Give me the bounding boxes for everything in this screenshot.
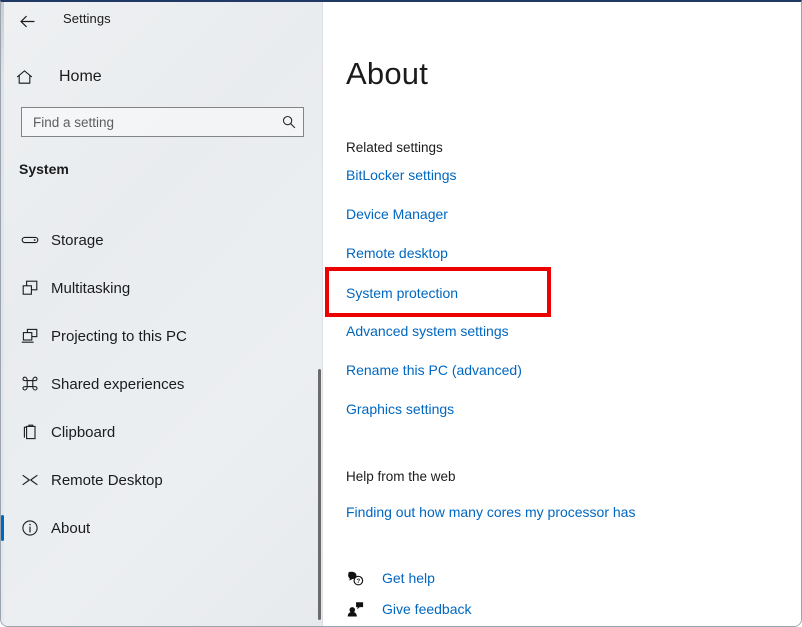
sidebar-item-label: Shared experiences (51, 375, 185, 393)
link-rename-this-pc[interactable]: Rename this PC (advanced) (346, 362, 522, 378)
back-arrow-icon[interactable] (11, 6, 43, 36)
link-advanced-system-settings[interactable]: Advanced system settings (346, 323, 509, 339)
clipboard-icon (19, 422, 41, 442)
projecting-icon (19, 326, 41, 346)
link-remote-desktop[interactable]: Remote desktop (346, 245, 448, 261)
sidebar-item-shared-experiences[interactable]: Shared experiences (1, 364, 322, 404)
sidebar-item-remote-desktop[interactable]: Remote Desktop (1, 460, 322, 500)
link-finding-out-cores[interactable]: Finding out how many cores my processor … (346, 504, 635, 520)
get-help-row[interactable]: ? Get help (342, 565, 435, 591)
selection-indicator (1, 467, 4, 493)
selection-indicator (1, 275, 4, 301)
related-settings-heading: Related settings (346, 140, 443, 155)
settings-window: Settings Home System (0, 0, 802, 627)
info-circle-icon (19, 518, 41, 538)
window-title: Settings (63, 11, 111, 26)
sidebar-item-label: Clipboard (51, 423, 116, 441)
multitasking-icon (19, 278, 41, 298)
selection-indicator (1, 323, 4, 349)
sidebar: Settings Home System (1, 2, 323, 626)
give-feedback-label[interactable]: Give feedback (382, 601, 472, 617)
sidebar-item-label: Multitasking (51, 279, 131, 297)
search-input[interactable] (22, 114, 275, 130)
shared-experiences-icon (19, 374, 41, 394)
remote-desktop-icon (19, 470, 41, 490)
link-graphics-settings[interactable]: Graphics settings (346, 401, 454, 417)
help-from-the-web-heading: Help from the web (346, 469, 456, 484)
sidebar-item-label: Storage (51, 231, 104, 249)
get-help-icon: ? (342, 569, 368, 588)
sidebar-item-multitasking[interactable]: Multitasking (1, 268, 322, 308)
give-feedback-row[interactable]: Give feedback (342, 596, 472, 622)
search-icon[interactable] (275, 114, 303, 130)
sidebar-item-label: About (51, 519, 91, 537)
sidebar-section-title: System (19, 161, 69, 177)
main-content: About Related settings BitLocker setting… (324, 4, 801, 626)
sidebar-home-label: Home (59, 68, 102, 85)
svg-text:?: ? (356, 577, 360, 584)
sidebar-item-storage[interactable]: Storage (1, 220, 322, 260)
home-icon (15, 68, 45, 87)
link-system-protection[interactable]: System protection (346, 285, 458, 301)
title-bar: Settings (1, 2, 322, 40)
selection-indicator (1, 419, 4, 445)
sidebar-item-home[interactable]: Home (15, 62, 305, 92)
selection-indicator (1, 515, 4, 541)
give-feedback-icon (342, 600, 368, 619)
sidebar-item-label: Remote Desktop (51, 471, 163, 489)
page-title: About (346, 56, 429, 91)
storage-drive-icon (19, 230, 41, 250)
get-help-label[interactable]: Get help (382, 570, 435, 586)
link-bitlocker-settings[interactable]: BitLocker settings (346, 167, 457, 183)
selection-indicator (1, 371, 4, 397)
sidebar-scrollbar[interactable] (318, 369, 321, 620)
selection-indicator (1, 227, 4, 253)
link-device-manager[interactable]: Device Manager (346, 206, 448, 222)
sidebar-item-clipboard[interactable]: Clipboard (1, 412, 322, 452)
search-box[interactable] (21, 107, 304, 137)
sidebar-item-label: Projecting to this PC (51, 327, 187, 345)
sidebar-item-about[interactable]: About (1, 508, 322, 548)
sidebar-item-projecting-to-this-pc[interactable]: Projecting to this PC (1, 316, 322, 356)
